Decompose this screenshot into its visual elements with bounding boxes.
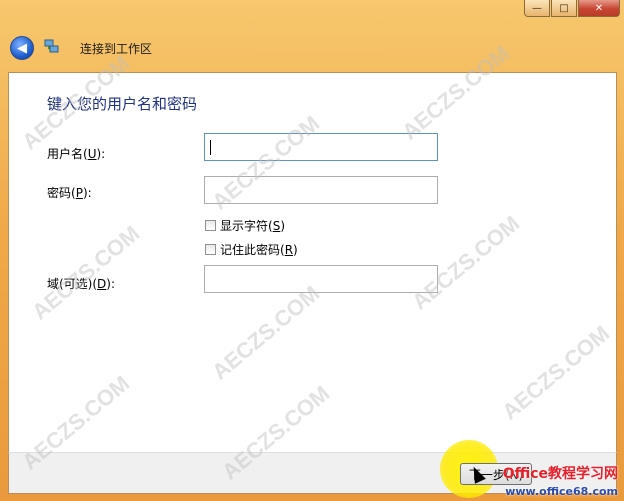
show-characters-checkbox[interactable] — [205, 220, 216, 231]
text-caret — [210, 140, 211, 155]
watermark-url: www.office68.com — [505, 485, 618, 498]
close-button[interactable]: ✕ — [578, 0, 620, 17]
username-label: 用户名(U): — [47, 147, 106, 161]
back-button[interactable]: ◀ — [10, 36, 34, 60]
window-controls: — □ ✕ — [524, 0, 620, 17]
network-icon — [44, 39, 59, 53]
domain-label: 域(可选)(D): — [47, 277, 116, 291]
show-characters-label: 显示字符(S) — [220, 219, 285, 233]
remember-password-option[interactable]: 记住此密码(R) — [205, 241, 298, 258]
page-title: 连接到工作区 — [80, 42, 153, 56]
maximize-button[interactable]: □ — [551, 0, 577, 17]
dialog-window: — □ ✕ ◀ 连接到工作区 键入您的用户名和密码 用户名(U): 密码(P): — [0, 0, 624, 501]
domain-field[interactable] — [204, 265, 438, 293]
username-field[interactable] — [204, 133, 438, 161]
arrow-left-icon: ◀ — [17, 40, 27, 56]
navigation-bar: ◀ 连接到工作区 — [0, 22, 624, 72]
watermark-brand: Office教程学习网 — [502, 466, 618, 482]
remember-password-label: 记住此密码(R) — [220, 243, 298, 257]
password-field[interactable] — [204, 176, 438, 204]
site-watermark: Office教程学习网 www.office68.com — [476, 463, 618, 498]
remember-password-checkbox[interactable] — [205, 244, 216, 255]
title-bar: — □ ✕ — [0, 0, 624, 22]
minimize-button[interactable]: — — [524, 0, 550, 17]
show-characters-option[interactable]: 显示字符(S) — [205, 217, 285, 234]
password-label: 密码(P): — [47, 186, 92, 200]
form-heading: 键入您的用户名和密码 — [47, 95, 198, 113]
credentials-panel: 键入您的用户名和密码 用户名(U): 密码(P): 显示字符(S) 记住此密码(… — [8, 72, 617, 452]
